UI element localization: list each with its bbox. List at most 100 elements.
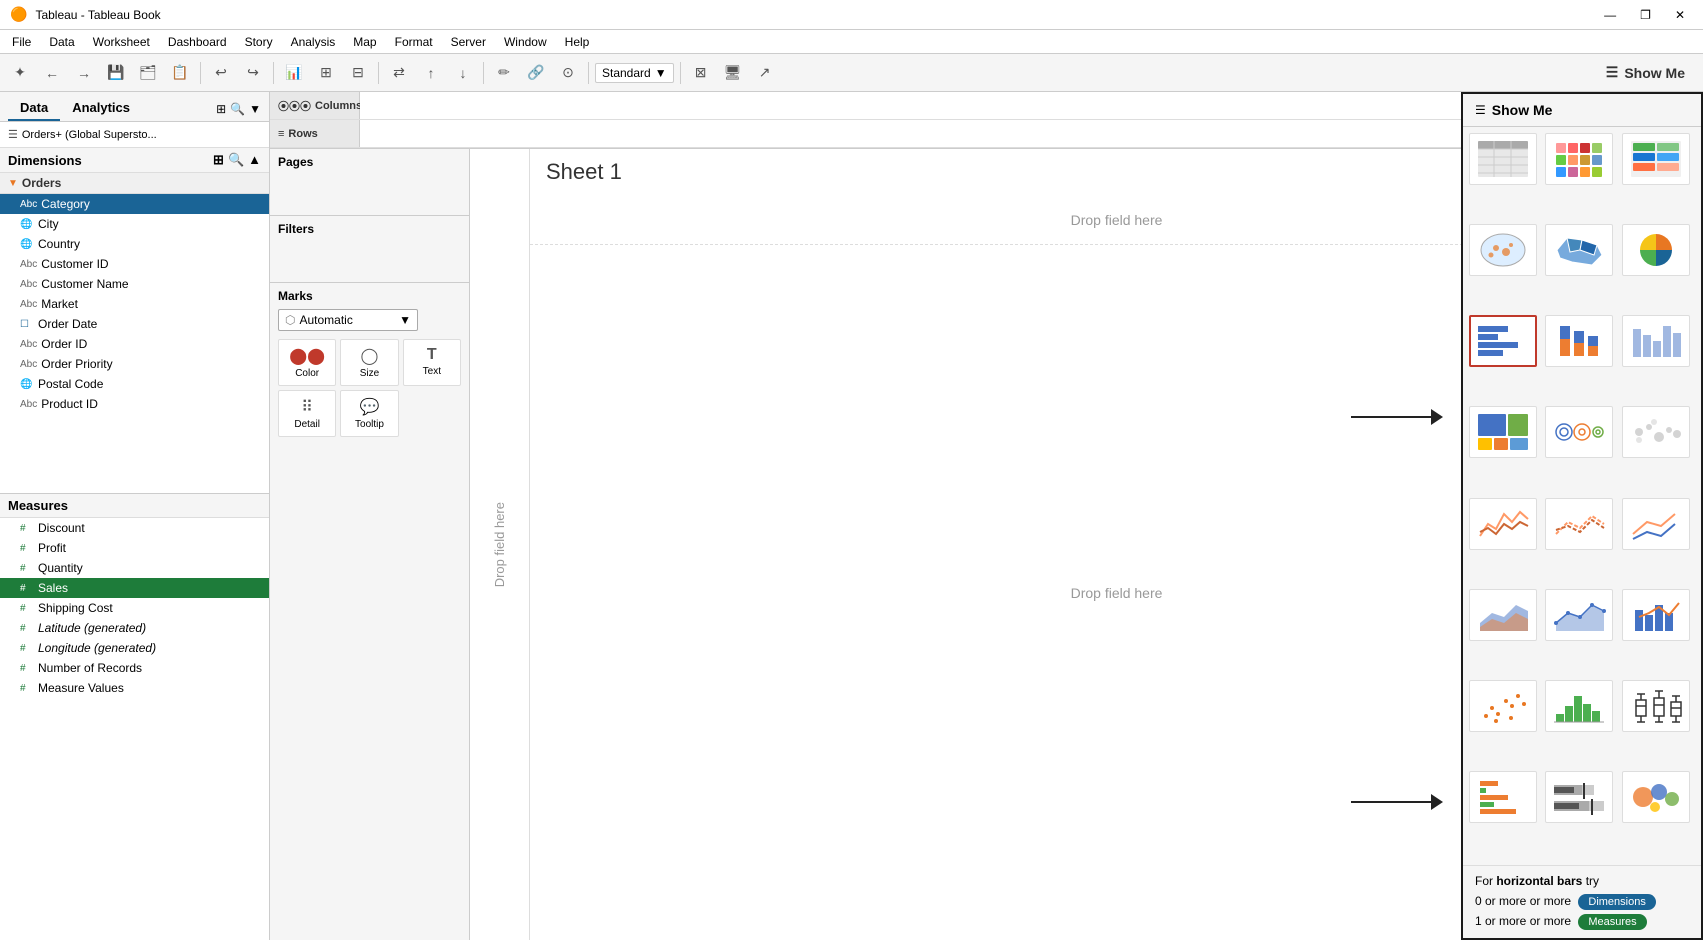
show-me-button[interactable]: ☰ Show Me (1594, 60, 1697, 85)
field-postalcode[interactable]: 🌐 Postal Code (0, 374, 269, 394)
field-shippingcost[interactable]: # Shipping Cost (0, 598, 269, 618)
section-grid-icon[interactable]: ⊞ (213, 152, 224, 168)
tab-analytics[interactable]: Analytics (60, 96, 142, 121)
panel-search-icon[interactable]: 🔍 (230, 102, 245, 116)
chart-bullet[interactable] (1545, 771, 1613, 823)
marks-tooltip-btn[interactable]: 💬 Tooltip (340, 390, 398, 437)
toolbar-forward[interactable]: → (70, 59, 98, 87)
toolbar-share[interactable]: ↗ (751, 59, 779, 87)
toolbar-home[interactable]: ✦ (6, 59, 34, 87)
chart-circle-view[interactable] (1545, 406, 1613, 458)
toolbar-redo[interactable]: ↪ (239, 59, 267, 87)
pages-content[interactable] (278, 171, 461, 211)
field-orderid[interactable]: Abc Order ID (0, 334, 269, 354)
close-button[interactable]: ✕ (1667, 8, 1693, 22)
chart-heat-map[interactable] (1545, 133, 1613, 185)
field-quantity[interactable]: # Quantity (0, 558, 269, 578)
marks-color-btn[interactable]: ⬤⬤ Color (278, 339, 336, 386)
toolbar-chart2[interactable]: ⊞ (312, 59, 340, 87)
toolbar-datasource[interactable]: 🗂 (134, 59, 162, 87)
toolbar-filter[interactable]: ⊙ (554, 59, 582, 87)
toolbar-pen[interactable]: ✏ (490, 59, 518, 87)
field-city[interactable]: 🌐 City (0, 214, 269, 234)
field-measurevalues[interactable]: # Measure Values (0, 678, 269, 698)
canvas-left-drop[interactable]: Drop field here (470, 149, 530, 940)
chart-area-continuous[interactable] (1469, 589, 1537, 641)
chart-text-table[interactable] (1469, 133, 1537, 185)
menu-data[interactable]: Data (41, 33, 82, 51)
menu-dashboard[interactable]: Dashboard (160, 33, 235, 51)
toolbar-chart1[interactable]: 📊 (280, 59, 308, 87)
toolbar-swap[interactable]: ⇄ (385, 59, 413, 87)
marks-detail-btn[interactable]: ⠿ Detail (278, 390, 336, 437)
field-customerid[interactable]: Abc Customer ID (0, 254, 269, 274)
minimize-button[interactable]: — (1596, 8, 1624, 22)
field-orderpriority[interactable]: Abc Order Priority (0, 354, 269, 374)
chart-histogram[interactable] (1545, 680, 1613, 732)
field-group-orders-header[interactable]: ▼ Orders (0, 173, 269, 194)
filters-content[interactable] (278, 238, 461, 278)
menu-server[interactable]: Server (443, 33, 494, 51)
chart-highlight-table[interactable] (1622, 133, 1690, 185)
chart-packed-bubbles[interactable] (1622, 771, 1690, 823)
field-sales[interactable]: # Sales (0, 578, 269, 598)
marks-text-btn[interactable]: T Text (403, 339, 461, 386)
chart-side-bar[interactable] (1622, 315, 1690, 367)
toolbar-fit[interactable]: ⊠ (687, 59, 715, 87)
window-controls[interactable]: — ❐ ✕ (1596, 8, 1693, 22)
field-numrecords[interactable]: # Number of Records (0, 658, 269, 678)
toolbar-sort-desc[interactable]: ↓ (449, 59, 477, 87)
menu-window[interactable]: Window (496, 33, 555, 51)
field-customername[interactable]: Abc Customer Name (0, 274, 269, 294)
section-search-icon[interactable]: 🔍 (228, 152, 244, 168)
chart-box-whisker[interactable] (1622, 680, 1690, 732)
field-orderdate[interactable]: ☐ Order Date (0, 314, 269, 334)
toolbar-sort-asc[interactable]: ↑ (417, 59, 445, 87)
field-category[interactable]: Abc Category (0, 194, 269, 214)
toolbar-device[interactable]: 🖥 (719, 59, 747, 87)
section-collapse-icon[interactable]: ▲ (248, 152, 261, 168)
toolbar-standard-dropdown[interactable]: Standard ▼ (595, 63, 674, 83)
maximize-button[interactable]: ❐ (1632, 8, 1659, 22)
chart-filled-map[interactable] (1545, 224, 1613, 276)
chart-line-continuous[interactable] (1469, 498, 1537, 550)
chart-symbol-map[interactable] (1469, 224, 1537, 276)
toolbar-undo[interactable]: ↩ (207, 59, 235, 87)
panel-expand-icon[interactable]: ▼ (249, 102, 261, 116)
toolbar-back[interactable]: ← (38, 59, 66, 87)
toolbar-chart3[interactable]: ⊟ (344, 59, 372, 87)
menu-worksheet[interactable]: Worksheet (85, 33, 158, 51)
field-country[interactable]: 🌐 Country (0, 234, 269, 254)
field-longitude[interactable]: # Longitude (generated) (0, 638, 269, 658)
field-productid[interactable]: Abc Product ID (0, 394, 269, 414)
toolbar-copy[interactable]: 📋 (166, 59, 194, 87)
chart-horizontal-bar[interactable] (1469, 315, 1537, 367)
menu-analysis[interactable]: Analysis (283, 33, 344, 51)
menu-help[interactable]: Help (557, 33, 598, 51)
toolbar-link[interactable]: 🔗 (522, 59, 550, 87)
marks-type-dropdown[interactable]: ⬡ Automatic ▼ (278, 309, 418, 331)
field-discount[interactable]: # Discount (0, 518, 269, 538)
chart-stacked-bar[interactable] (1545, 315, 1613, 367)
chart-side-by-side[interactable] (1622, 406, 1690, 458)
panel-grid-icon[interactable]: ⊞ (216, 102, 226, 116)
marks-size-btn[interactable]: ◯ Size (340, 339, 398, 386)
menu-map[interactable]: Map (345, 33, 384, 51)
chart-area-discrete[interactable] (1545, 589, 1613, 641)
chart-line-discrete[interactable] (1545, 498, 1613, 550)
data-source[interactable]: ☰ Orders+ (Global Supersto... (0, 122, 269, 148)
chart-dual-line[interactable] (1622, 498, 1690, 550)
toolbar-save[interactable]: 💾 (102, 59, 130, 87)
field-latitude[interactable]: # Latitude (generated) (0, 618, 269, 638)
chart-treemap[interactable] (1469, 406, 1537, 458)
chart-dual-combo[interactable] (1622, 589, 1690, 641)
menu-file[interactable]: File (4, 33, 39, 51)
menu-format[interactable]: Format (387, 33, 441, 51)
menu-story[interactable]: Story (237, 33, 281, 51)
chart-pie[interactable] (1622, 224, 1690, 276)
chart-scatter[interactable] (1469, 680, 1537, 732)
field-market[interactable]: Abc Market (0, 294, 269, 314)
tab-data[interactable]: Data (8, 96, 60, 121)
field-profit[interactable]: # Profit (0, 538, 269, 558)
chart-gantt[interactable] (1469, 771, 1537, 823)
